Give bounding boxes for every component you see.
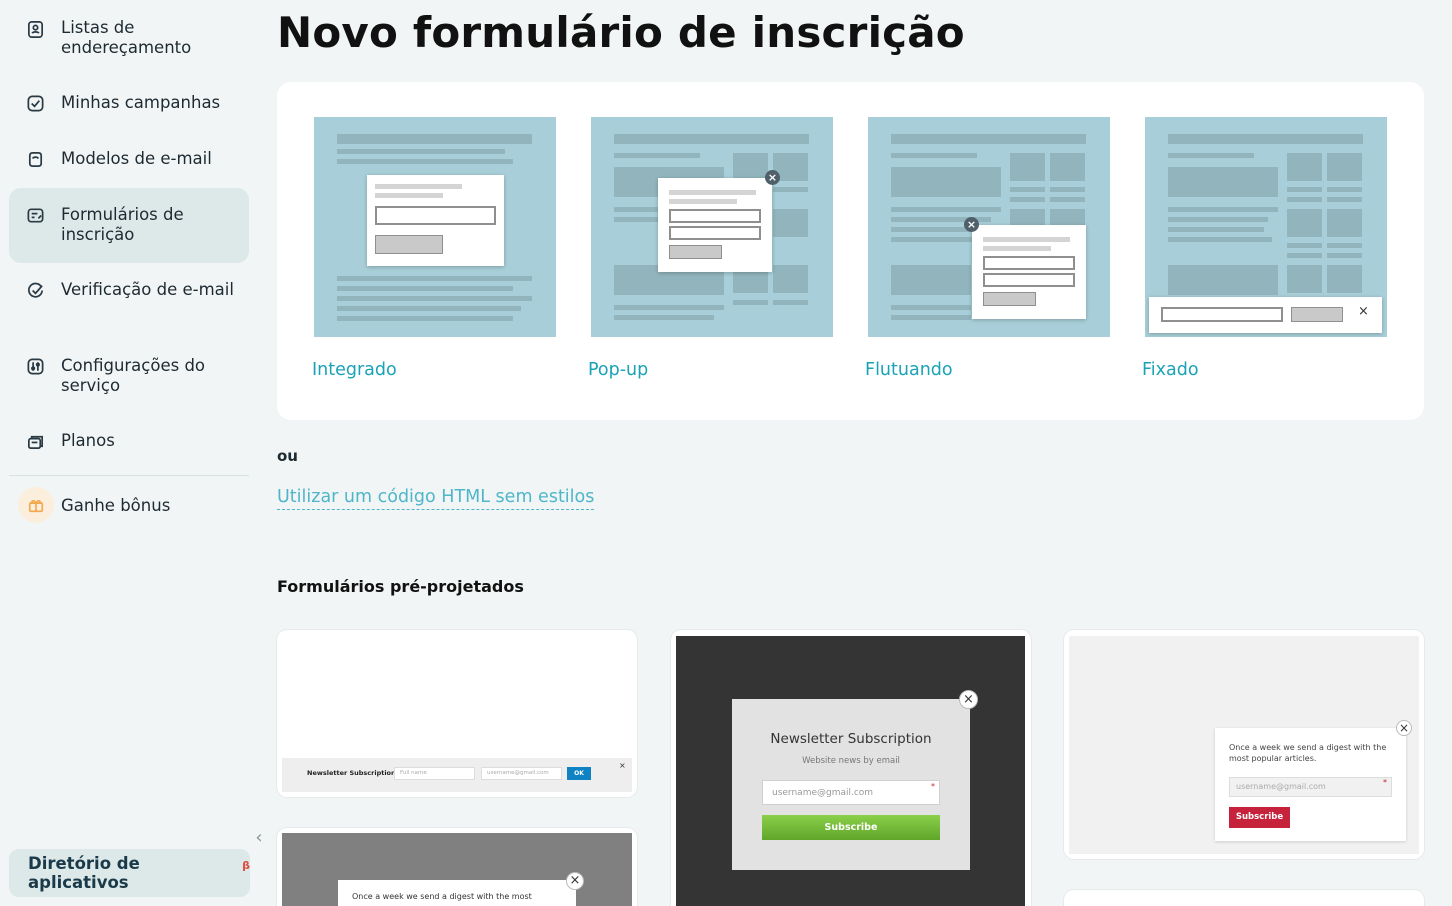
plans-icon [25, 431, 45, 451]
form-type-embedded-tile[interactable] [314, 117, 556, 337]
preview-text: Once a week we send a digest with the mo… [1229, 743, 1387, 763]
form-type-floating-label[interactable]: Flutuando [865, 360, 953, 380]
close-icon: × [964, 217, 979, 232]
sidebar-item-label: Ganhe bônus [61, 496, 171, 515]
sidebar-item-email-verification[interactable]: Verificação de e-mail [9, 272, 249, 324]
predesigned-form-card[interactable] [1064, 890, 1424, 906]
or-label: ou [277, 447, 298, 465]
predesigned-form-dark-card[interactable]: Newsletter Subscription Website news by … [671, 630, 1031, 906]
sidebar-divider [9, 475, 249, 476]
preview-text: Once a week we send a digest with the mo… [352, 892, 532, 901]
predesigned-form-light-card[interactable]: Once a week we send a digest with the mo… [1064, 630, 1424, 859]
sidebar-item-label: Modelos de e-mail [61, 149, 212, 168]
sidebar-item-label: Minhas campanhas [61, 93, 221, 112]
sidebar-item-plans[interactable]: Planos [9, 421, 249, 461]
close-icon: × [765, 170, 780, 185]
check-icon [25, 280, 45, 300]
preview-ok-button: OK [567, 767, 591, 780]
sidebar-item-service-settings[interactable]: Configurações do serviço [9, 348, 249, 400]
close-icon: × [1396, 720, 1412, 736]
sidebar-item-mailing-lists[interactable]: Listas de endereçamento [9, 13, 249, 57]
close-icon: × [566, 872, 584, 890]
contacts-icon [25, 19, 45, 39]
preview-subscribe-button: Subscribe [1229, 807, 1290, 828]
preview-title: Newsletter Subscription [770, 731, 932, 747]
preview-title: Newsletter Subscription [307, 769, 396, 777]
predesigned-form-bar-card[interactable]: Newsletter Subscription Full name userna… [277, 630, 637, 797]
preview-email-placeholder: username@gmail.com [487, 770, 549, 776]
preview-subscribe-button: Subscribe [762, 815, 940, 840]
beta-badge: β [242, 858, 250, 872]
sidebar-item-label: Configurações do serviço [61, 356, 206, 395]
predesigned-forms-title: Formulários pré-projetados [277, 577, 524, 596]
form-type-embedded-label[interactable]: Integrado [312, 360, 397, 380]
preview-email-placeholder: username@gmail.com [1236, 782, 1326, 791]
app-directory-button[interactable]: Diretório de aplicativos β [9, 849, 250, 897]
sidebar-item-label: Formulários de inscrição [61, 205, 184, 244]
campaign-icon [25, 93, 45, 113]
page-title: Novo formulário de inscrição [277, 8, 965, 57]
preview-name-placeholder: Full name [400, 770, 427, 776]
predesigned-form-gray-card[interactable]: Once a week we send a digest with the mo… [277, 828, 637, 906]
close-icon: × [619, 761, 626, 770]
settings-icon [25, 356, 45, 376]
form-icon [25, 205, 45, 225]
preview-subtitle: Website news by email [802, 756, 900, 766]
form-type-fixed-tile[interactable]: × [1145, 117, 1387, 337]
unstyled-html-link[interactable]: Utilizar um código HTML sem estilos [277, 487, 595, 510]
sidebar-item-label: Planos [61, 431, 115, 450]
sidebar-item-label: Verificação de e-mail [61, 280, 234, 299]
close-icon: × [959, 690, 978, 709]
sidebar: Listas de endereçamento Minhas campanhas… [0, 0, 263, 906]
app-directory-label: Diretório de aplicativos [28, 854, 140, 892]
sidebar-item-earn-bonus[interactable]: Ganhe bônus [9, 486, 249, 526]
form-types-card: Integrado × Pop-up × Flutuando × Fixado [277, 82, 1424, 420]
sidebar-item-email-templates[interactable]: Modelos de e-mail [9, 139, 249, 179]
sidebar-item-subscription-forms[interactable]: Formulários de inscrição [9, 188, 249, 263]
sidebar-item-campaigns[interactable]: Minhas campanhas [9, 83, 249, 123]
form-type-fixed-label[interactable]: Fixado [1142, 360, 1199, 380]
collapse-sidebar-chevron-icon[interactable]: ‹ [250, 826, 268, 848]
form-type-floating-tile[interactable]: × [868, 117, 1110, 337]
sidebar-item-label: Listas de endereçamento [61, 18, 192, 57]
preview-email-placeholder: username@gmail.com [772, 788, 874, 798]
templates-icon [25, 149, 45, 169]
form-type-popup-label[interactable]: Pop-up [588, 360, 648, 380]
form-type-popup-tile[interactable]: × [591, 117, 833, 337]
